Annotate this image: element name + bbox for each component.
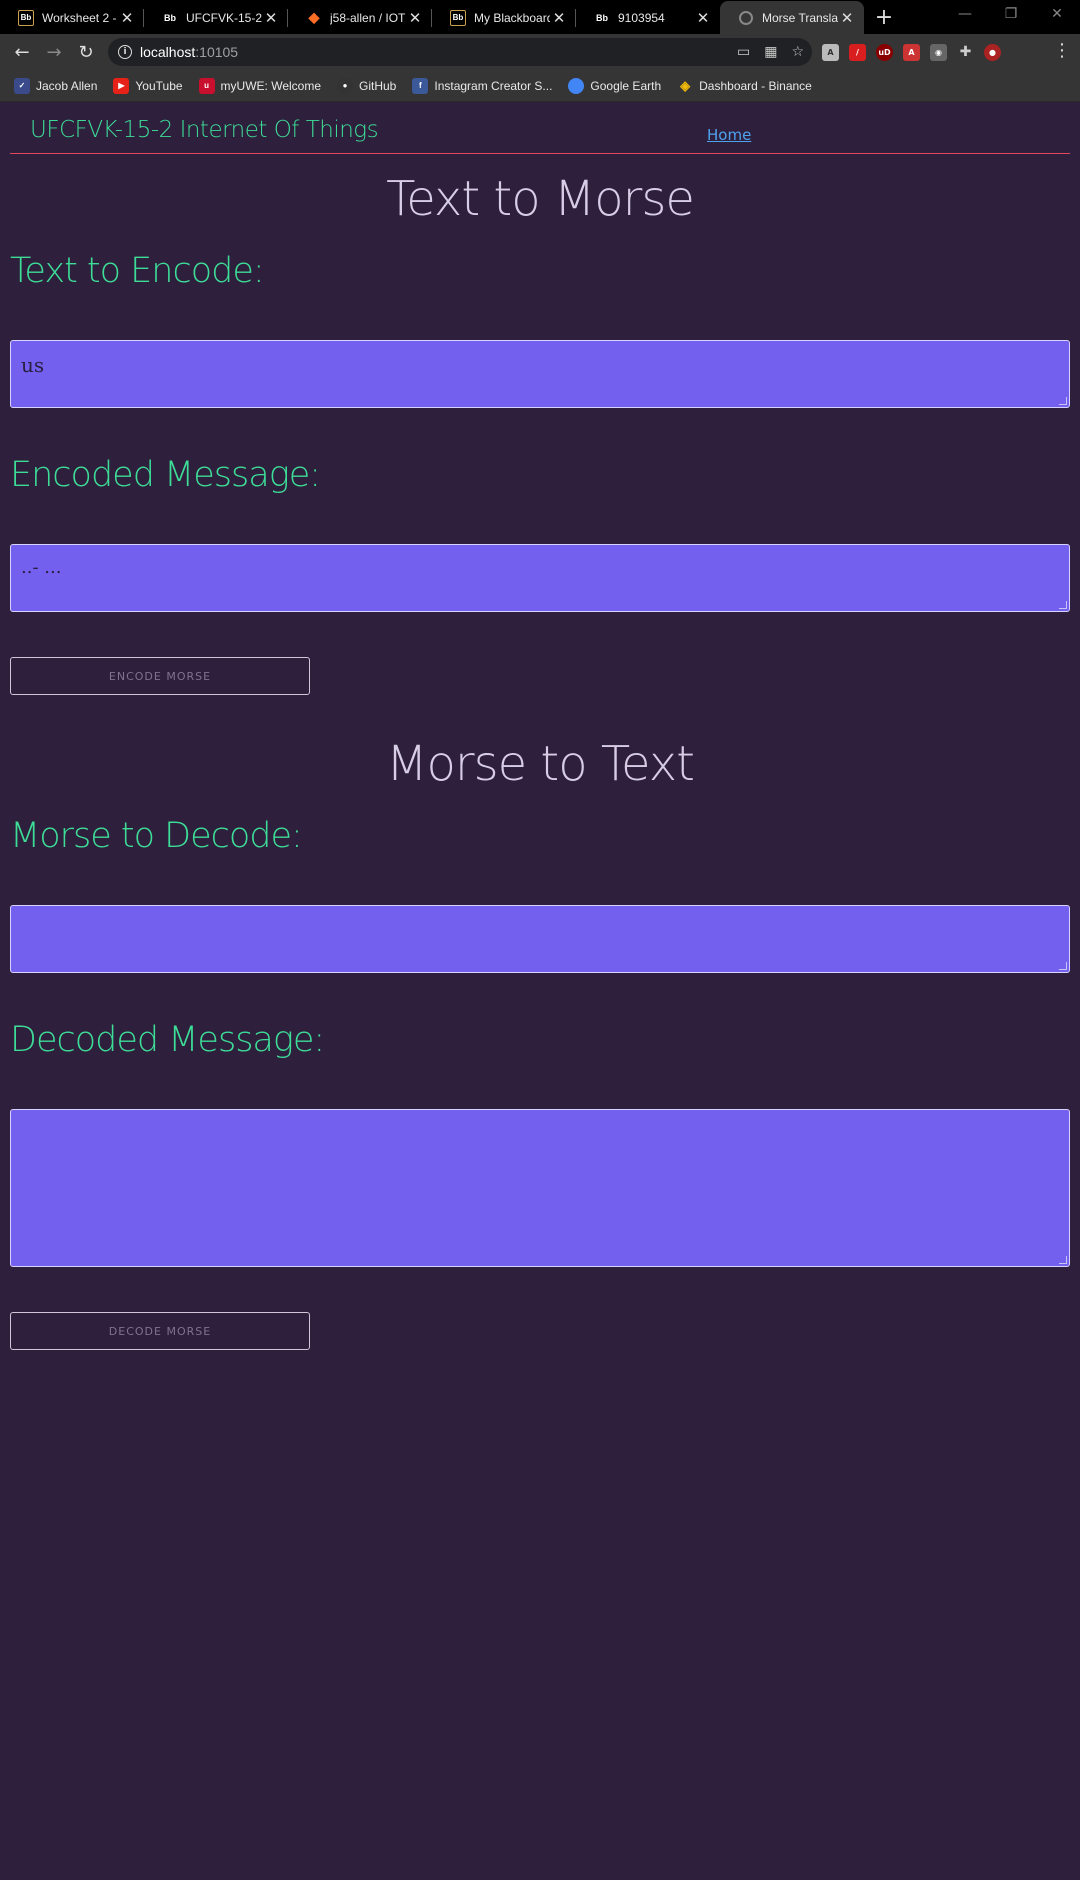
- minimize-icon[interactable]: —: [942, 0, 988, 28]
- encoded-message-value: ..- ...: [21, 557, 62, 578]
- binance-icon: ◈: [680, 77, 691, 93]
- decode-heading: Morse to Text: [386, 736, 695, 792]
- site-header: UFCFVK-15-2 Internet Of Things Home: [10, 103, 1070, 154]
- bookmark-youtube[interactable]: ▶ YouTube: [113, 77, 183, 94]
- window-close-icon[interactable]: ✕: [1034, 0, 1080, 28]
- decoded-message-output[interactable]: [10, 1109, 1070, 1267]
- bookmark-binance[interactable]: ◈ Dashboard - Binance: [677, 78, 812, 94]
- reload-icon[interactable]: ↻: [70, 36, 102, 68]
- browser-toolbar: ← → ↻ i localhost:10105 ▭ ▦ ☆ A / uD A ◉…: [0, 34, 1080, 70]
- star-icon[interactable]: ☆: [791, 44, 804, 60]
- bookmark-github[interactable]: ● GitHub: [337, 77, 397, 94]
- encoded-message-label: Encoded Message:: [10, 455, 321, 495]
- forward-icon[interactable]: →: [38, 36, 70, 68]
- text-to-encode-input[interactable]: us: [10, 340, 1070, 408]
- bookmark-label: Dashboard - Binance: [699, 78, 812, 93]
- blackboard-icon: Bb: [18, 9, 34, 26]
- bookmark-label: Google Earth: [590, 78, 662, 93]
- new-tab-button[interactable]: +: [866, 1, 902, 34]
- gitlab-icon: ◆: [308, 9, 320, 25]
- bookmark-label: GitHub: [359, 78, 397, 93]
- tab-label: Worksheet 2 -: [42, 10, 117, 25]
- bookmark-icon: ✓: [14, 77, 30, 94]
- profile-avatar[interactable]: ●: [984, 43, 1001, 61]
- address-bar[interactable]: i localhost:10105 ▭ ▦ ☆: [108, 38, 812, 66]
- globe-icon: [738, 10, 754, 26]
- restore-icon[interactable]: ❐: [988, 0, 1034, 28]
- tab-ufcfvk[interactable]: Bb UFCFVK-15-2 I ✕: [144, 1, 288, 34]
- bookmark-jacob-allen[interactable]: ✓ Jacob Allen: [14, 77, 98, 94]
- bookmark-label: YouTube: [135, 78, 183, 93]
- tab-label: 9103954: [618, 10, 665, 25]
- morse-to-decode-input[interactable]: [10, 905, 1070, 973]
- youtube-icon: ▶: [113, 77, 130, 94]
- site-brand[interactable]: UFCFVK-15-2 Internet Of Things: [30, 117, 379, 143]
- close-icon[interactable]: ✕: [550, 9, 568, 27]
- bookmark-myuwe[interactable]: u myUWE: Welcome: [198, 77, 321, 94]
- tab-my-blackboard[interactable]: Bb My Blackboard ✕: [432, 1, 576, 34]
- tab-worksheet[interactable]: Bb Worksheet 2 - ✕: [0, 1, 144, 34]
- encoded-message-output[interactable]: ..- ...: [10, 544, 1070, 612]
- url-port: :10105: [195, 44, 239, 60]
- facebook-icon: f: [412, 77, 429, 94]
- url-host: localhost: [140, 44, 196, 60]
- close-icon[interactable]: ✕: [262, 9, 280, 27]
- decoded-message-label: Decoded Message:: [10, 1020, 325, 1060]
- close-icon[interactable]: ✕: [694, 9, 712, 27]
- tab-label: UFCFVK-15-2 I: [186, 10, 262, 25]
- bookmark-label: Instagram Creator S...: [434, 78, 553, 93]
- bookmarks-bar: ✓ Jacob Allen ▶ YouTube u myUWE: Welcome…: [0, 70, 1080, 102]
- bookmark-instagram-creator[interactable]: f Instagram Creator S...: [412, 77, 553, 94]
- page-content: UFCFVK-15-2 Internet Of Things Home Text…: [0, 103, 1080, 1880]
- nav-home-link[interactable]: Home: [707, 126, 751, 144]
- encode-input-label: Text to Encode:: [10, 251, 265, 291]
- close-icon[interactable]: ✕: [118, 9, 136, 27]
- tab-morse-translator[interactable]: Morse Translat ✕: [720, 1, 864, 34]
- encode-morse-button[interactable]: ENCODE MORSE: [10, 657, 310, 695]
- bookmark-google-earth[interactable]: Google Earth: [568, 77, 662, 94]
- tab-label: Morse Translat: [762, 10, 838, 25]
- resize-handle[interactable]: [1059, 962, 1067, 970]
- google-earth-icon: [568, 77, 585, 94]
- github-icon: ●: [337, 77, 353, 94]
- qr-code-icon[interactable]: ▦: [764, 44, 777, 60]
- back-icon[interactable]: ←: [6, 36, 38, 68]
- tab-gitlab[interactable]: ◆ j58-allen / IOT ✕: [288, 1, 432, 34]
- bookmark-label: Jacob Allen: [36, 78, 98, 93]
- extensions-puzzle-icon[interactable]: ✚: [957, 44, 974, 61]
- tab-label: My Blackboard: [474, 10, 550, 25]
- info-icon[interactable]: i: [118, 45, 132, 59]
- decode-morse-button[interactable]: DECODE MORSE: [10, 1312, 310, 1350]
- camera-icon[interactable]: ◉: [930, 43, 947, 61]
- encode-heading: Text to Morse: [386, 171, 695, 227]
- bookmark-label: myUWE: Welcome: [220, 78, 321, 93]
- pen-extension-icon[interactable]: /: [849, 43, 866, 61]
- blackboard-icon: Bb: [596, 12, 608, 23]
- resize-handle[interactable]: [1059, 1256, 1067, 1264]
- text-to-encode-value: us: [21, 353, 45, 377]
- cast-icon[interactable]: ▭: [737, 44, 750, 60]
- blackboard-icon: Bb: [450, 9, 466, 26]
- ublock-icon[interactable]: uD: [876, 43, 893, 61]
- blackboard-icon: Bb: [164, 12, 176, 23]
- resize-handle[interactable]: [1059, 397, 1067, 405]
- resize-handle[interactable]: [1059, 601, 1067, 609]
- pdf-extension-icon[interactable]: A: [903, 43, 920, 61]
- extension-icon[interactable]: A: [822, 43, 839, 61]
- tab-label: j58-allen / IOT: [330, 10, 406, 25]
- tab-9103954[interactable]: Bb 9103954 ✕: [576, 1, 720, 34]
- decode-input-label: Morse to Decode:: [10, 816, 303, 856]
- tab-strip: Bb Worksheet 2 - ✕ Bb UFCFVK-15-2 I ✕ ◆ …: [0, 0, 1080, 34]
- close-icon[interactable]: ✕: [838, 9, 856, 27]
- close-icon[interactable]: ✕: [406, 9, 424, 27]
- uwe-icon: u: [198, 77, 215, 94]
- menu-icon[interactable]: ⋮: [1052, 40, 1072, 61]
